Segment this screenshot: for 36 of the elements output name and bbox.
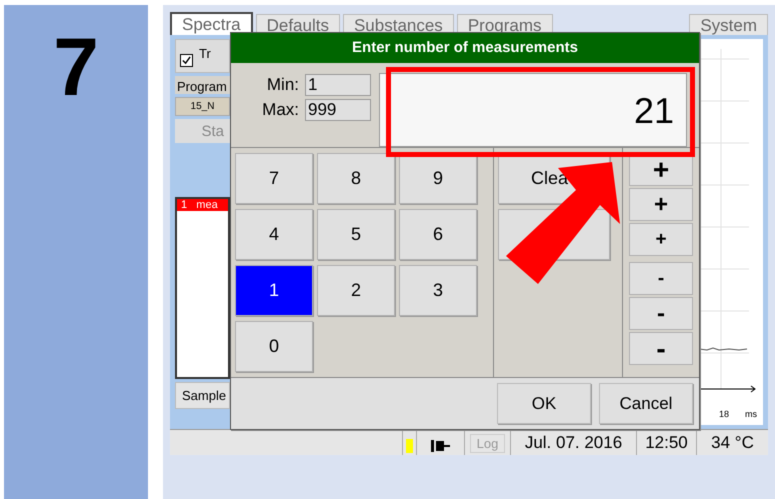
step-button[interactable]: - — [629, 262, 693, 295]
step-button[interactable]: + — [629, 223, 693, 256]
dialog-button[interactable]: Cancel — [599, 383, 693, 424]
sample-button[interactable]: Sample — [175, 382, 230, 409]
plug-icon — [430, 439, 450, 453]
dialog-title: Enter number of measurements — [231, 33, 699, 63]
list-row[interactable]: 1 mea — [177, 199, 228, 211]
max-label: Max: — [261, 99, 300, 121]
program-label: Program — [175, 76, 230, 94]
status-indicator — [406, 439, 413, 453]
keypad-key[interactable]: 1 — [235, 265, 313, 316]
checkbox-label: Tr — [199, 46, 211, 61]
tab[interactable]: Spectra — [170, 12, 253, 35]
keypad-key[interactable]: 4 — [235, 209, 313, 260]
step-button[interactable]: - — [629, 332, 693, 365]
keypad-key[interactable]: 2 — [317, 265, 395, 316]
min-label: Min: — [266, 74, 300, 96]
keypad-key[interactable]: 6 — [399, 209, 477, 260]
status-temperature: 34 °C — [710, 432, 755, 454]
checkbox[interactable] — [180, 54, 193, 67]
keypad-key[interactable]: 7 — [235, 153, 313, 204]
min-field: 1 — [305, 74, 371, 96]
value-display[interactable]: 21 — [379, 73, 687, 147]
keypad-key[interactable]: 5 — [317, 209, 395, 260]
dialog-button[interactable]: OK — [497, 383, 591, 424]
tab[interactable]: System — [689, 14, 768, 35]
program-field: 15_N — [175, 97, 230, 116]
axis-tick-label: 18 — [718, 409, 729, 419]
keypad-key[interactable]: 8 — [317, 153, 395, 204]
axis-unit-label: ms — [745, 409, 757, 419]
keypad-key[interactable]: 0 — [235, 321, 313, 372]
step-number: 7 — [53, 27, 99, 109]
max-field: 999 — [305, 99, 371, 121]
keypad-key[interactable]: 3 — [399, 265, 477, 316]
step-button[interactable]: + — [629, 188, 693, 221]
step-button[interactable]: - — [629, 297, 693, 330]
